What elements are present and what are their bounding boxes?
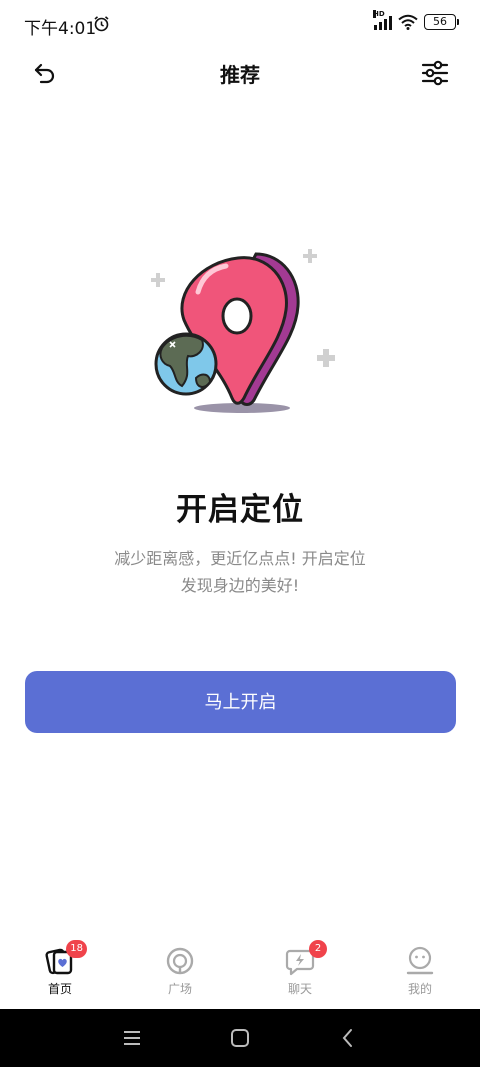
square-icon bbox=[165, 946, 195, 976]
location-pin-illustration bbox=[151, 249, 335, 413]
page-title: 推荐 bbox=[220, 63, 260, 87]
menu-icon[interactable] bbox=[120, 1027, 144, 1049]
system-nav-bar bbox=[0, 1009, 480, 1067]
nav-item-home[interactable]: 18 首页 bbox=[20, 940, 100, 997]
profile-face-icon bbox=[405, 946, 435, 976]
bottom-nav: 18 首页 广场 2 聊天 我的 bbox=[0, 940, 480, 1008]
home-cards-icon: 18 bbox=[45, 940, 87, 976]
enable-location-button[interactable]: 马上开启 bbox=[25, 671, 456, 733]
home-icon[interactable] bbox=[228, 1027, 252, 1049]
cell-signal-icon: HD bbox=[373, 10, 392, 30]
nav-item-chat[interactable]: 2 聊天 bbox=[260, 940, 340, 997]
enable-location-title: 开启定位 bbox=[176, 492, 304, 528]
alarm-icon bbox=[94, 16, 109, 32]
status-bar: 下午4:01 HD 56 bbox=[0, 0, 480, 48]
nav-item-square[interactable]: 广场 bbox=[140, 940, 220, 997]
description-line-2: 发现身边的美好! bbox=[180, 576, 300, 595]
home-badge: 18 bbox=[66, 940, 87, 958]
status-time: 下午4:01 bbox=[24, 19, 97, 39]
back-nav-icon[interactable] bbox=[336, 1027, 360, 1049]
description-line-1: 减少距离感，更近亿点点! 开启定位 bbox=[114, 549, 366, 568]
chat-icon: 2 bbox=[285, 940, 327, 976]
nav-label-profile: 我的 bbox=[407, 982, 432, 996]
nav-label-home: 首页 bbox=[47, 982, 72, 996]
network-type: HD bbox=[373, 10, 385, 18]
battery-icon: 56 bbox=[424, 14, 459, 30]
chat-badge: 2 bbox=[309, 940, 327, 958]
filter-settings-icon[interactable] bbox=[420, 58, 450, 88]
nav-label-chat: 聊天 bbox=[287, 982, 312, 996]
wifi-icon bbox=[398, 14, 418, 30]
nav-label-square: 广场 bbox=[167, 982, 192, 996]
header: 推荐 bbox=[0, 48, 480, 96]
enable-location-description: 减少距离感，更近亿点点! 开启定位 发现身边的美好! bbox=[0, 545, 480, 599]
nav-item-profile[interactable]: 我的 bbox=[380, 940, 460, 997]
